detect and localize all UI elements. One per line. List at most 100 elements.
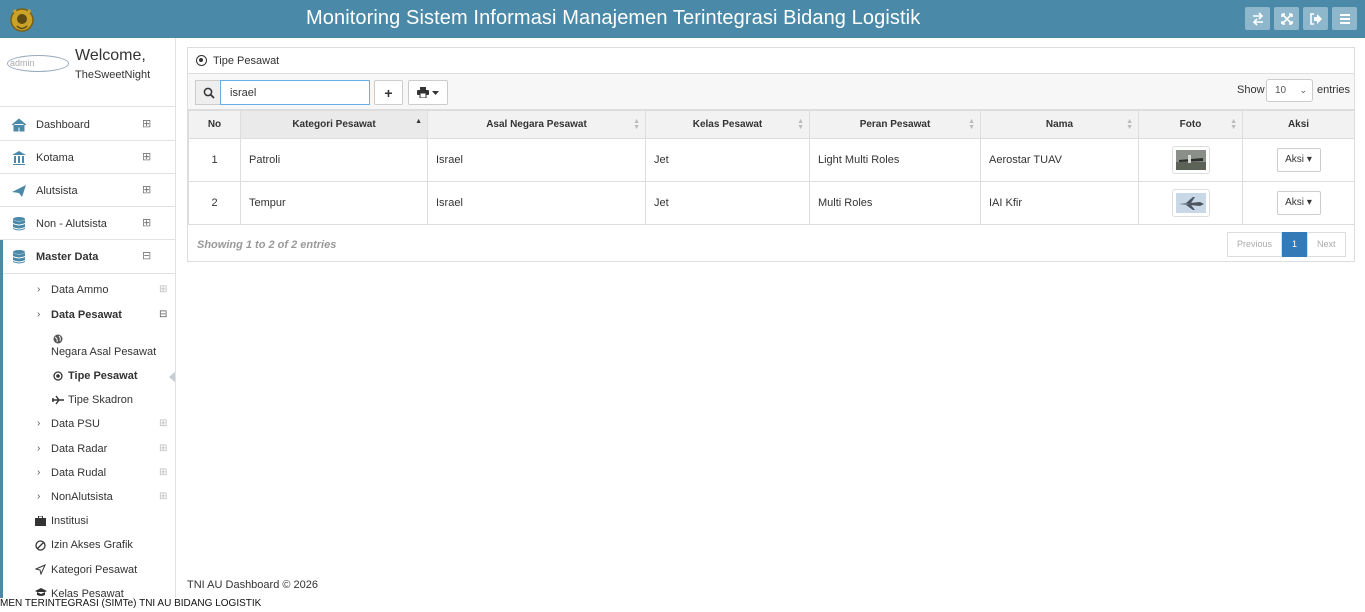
cell-peran: Multi Roles (809, 181, 981, 225)
ban-icon (35, 540, 46, 551)
sidebar-item-kategori-pesawat[interactable]: Kategori Pesawat (51, 564, 137, 576)
sidebar-item-negara-asal-pesawat[interactable]: Negara Asal Pesawat (51, 346, 156, 358)
expand-icon: ⊞ (142, 118, 152, 130)
database-icon (13, 217, 25, 231)
aksi-dropdown-button[interactable]: Aksi ▾ (1276, 148, 1321, 172)
cell-kategori: Patroli (240, 138, 428, 182)
logout-button[interactable] (1303, 7, 1328, 30)
cell-foto (1138, 138, 1243, 182)
cell-foto (1138, 181, 1243, 225)
data-table: No Kategori Pesawat ▲ Asal Negara Pesawat… (188, 110, 1355, 225)
sidebar-item-master-data[interactable]: Master Data ⊟ (0, 240, 175, 274)
menu-button[interactable] (1332, 7, 1357, 30)
sidebar-item-institusi[interactable]: Institusi (51, 515, 88, 527)
caret-down-icon: ▾ (1306, 154, 1312, 165)
sidebar-item-alutsista[interactable]: Alutsista ⊞ (0, 174, 175, 207)
fullscreen-button[interactable] (1274, 7, 1299, 30)
sort-icon: ▲ ▼ (797, 118, 804, 131)
chevron-right-icon: › (37, 491, 41, 502)
app-title: Monitoring Sistem Informasi Manajemen Te… (306, 7, 921, 29)
globe-icon (53, 334, 63, 344)
entries-select[interactable]: 10 ⌄ (1266, 79, 1313, 102)
sidebar-item-label: Alutsista (36, 185, 78, 197)
previous-page-button[interactable]: Previous (1227, 232, 1283, 257)
switch-button[interactable] (1245, 7, 1270, 30)
aksi-dropdown-button[interactable]: Aksi ▾ (1276, 191, 1321, 215)
cell-kelas: Jet (645, 181, 810, 225)
sort-icon: ▲ ▼ (633, 118, 640, 131)
sidebar-item-data-ammo[interactable]: Data Ammo (51, 284, 108, 296)
column-header-foto[interactable]: Foto ▲ ▼ (1138, 110, 1243, 139)
aircraft-photo[interactable] (1171, 146, 1210, 174)
column-header-kelas[interactable]: Kelas Pesawat ▲ ▼ (645, 110, 810, 139)
column-header-aksi: Aksi (1242, 110, 1355, 139)
fullscreen-icon (1280, 12, 1293, 25)
chevron-down-icon: › (37, 309, 41, 320)
sidebar-item-tipe-skadron[interactable]: Tipe Skadron (68, 394, 133, 406)
sidebar-item-kotama[interactable]: Kotama ⊞ (0, 141, 175, 174)
expand-icon: ⊞ (142, 184, 152, 196)
table-row: 1 Patroli Israel Jet Light Multi Roles A… (188, 138, 1355, 182)
column-header-peran[interactable]: Peran Pesawat ▲ ▼ (809, 110, 981, 139)
sidebar-item-data-rudal[interactable]: Data Rudal (51, 467, 106, 479)
active-indicator (169, 371, 175, 383)
cell-kelas: Jet (645, 138, 810, 182)
cell-no: 1 (188, 138, 241, 182)
print-icon (417, 87, 429, 98)
sidebar-item-label: Kotama (36, 152, 74, 164)
sidebar-item-label: Dashboard (36, 119, 90, 131)
menu-icon (1339, 13, 1350, 24)
panel-title: Tipe Pesawat (213, 55, 280, 67)
aircraft-photo[interactable] (1171, 189, 1210, 217)
sidebar-item-izin-akses-grafik[interactable]: Izin Akses Grafik (51, 539, 133, 551)
sidebar-item-kelas-pesawat[interactable]: Kelas Pesawat (51, 588, 124, 598)
column-header-no[interactable]: No (188, 110, 241, 139)
next-page-button[interactable]: Next (1307, 232, 1346, 257)
column-header-kategori[interactable]: Kategori Pesawat ▲ (240, 110, 428, 139)
cell-asal: Israel (427, 181, 646, 225)
column-header-nama[interactable]: Nama ▲ ▼ (980, 110, 1139, 139)
sidebar-item-dashboard[interactable]: Dashboard ⊞ (0, 108, 175, 141)
sidebar-item-label: Master Data (36, 251, 99, 263)
page-1-button[interactable]: 1 (1282, 232, 1308, 257)
sidebar-item-data-radar[interactable]: Data Radar (51, 443, 107, 455)
cell-aksi: Aksi ▾ (1242, 181, 1355, 225)
table-row: 2 Tempur Israel Jet Multi Roles IAI Kfir… (188, 181, 1355, 225)
briefcase-icon (35, 516, 46, 526)
sidebar-item-tipe-pesawat[interactable]: Tipe Pesawat (68, 370, 138, 382)
footer: TNI AU Dashboard © 2026 (187, 579, 319, 591)
caret-down-icon (432, 90, 439, 95)
collapse-icon: ⊟ (159, 309, 168, 320)
chevron-right-icon: › (37, 418, 41, 429)
pagination: Previous 1 Next (1227, 232, 1346, 257)
print-dropdown-button[interactable] (408, 80, 448, 105)
bank-icon (12, 151, 26, 165)
top-bar: Monitoring Sistem Informasi Manajemen Te… (0, 0, 1365, 38)
sidebar-item-nonalutsista[interactable]: NonAlutsista (51, 491, 113, 503)
expand-icon: ⊞ (159, 418, 168, 429)
sidebar-item-data-pesawat[interactable]: Data Pesawat (51, 309, 122, 321)
cell-nama: Aerostar TUAV (980, 138, 1139, 182)
search-input[interactable] (220, 80, 370, 105)
table-info: Showing 1 to 2 of 2 entries (197, 239, 337, 251)
avatar: admin (7, 55, 69, 72)
chevron-right-icon: › (37, 467, 41, 478)
sort-icon: ▲ ▼ (1230, 118, 1237, 131)
database-icon (13, 250, 25, 264)
show-label: Show (1237, 84, 1265, 96)
sidebar: admin Welcome, TheSweetNight Dashboard ⊞… (0, 38, 176, 598)
logout-icon (1309, 12, 1322, 25)
dot-circle-icon (53, 371, 63, 381)
send-icon (35, 564, 46, 575)
sort-asc-icon: ▲ (415, 118, 422, 125)
expand-icon: ⊞ (159, 491, 168, 502)
plane-icon (52, 395, 64, 405)
home-icon (11, 118, 27, 132)
entries-value: 10 (1275, 85, 1287, 96)
column-header-asal[interactable]: Asal Negara Pesawat ▲ ▼ (427, 110, 646, 139)
chevron-right-icon: › (37, 284, 41, 295)
panel-header: Tipe Pesawat (188, 48, 1354, 74)
add-button[interactable]: + (374, 80, 403, 105)
sidebar-item-data-psu[interactable]: Data PSU (51, 418, 100, 430)
sidebar-item-non-alutsista[interactable]: Non - Alutsista ⊞ (0, 207, 175, 240)
